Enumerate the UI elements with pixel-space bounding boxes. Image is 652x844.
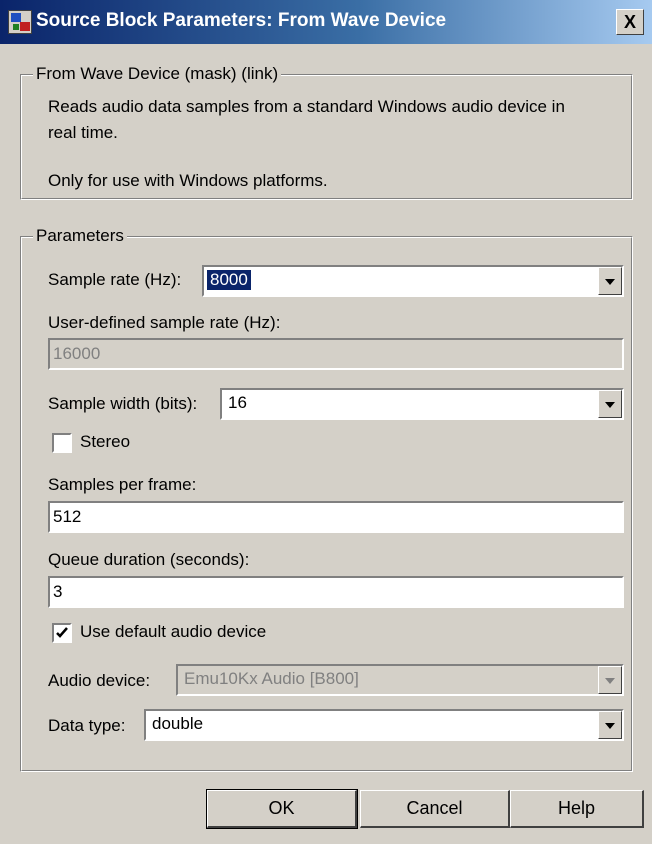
sample-rate-dropdown-button[interactable]: [598, 267, 622, 295]
sample-rate-dropdown[interactable]: 8000: [202, 265, 624, 297]
audio-device-dropdown: Emu10Kx Audio [B800]: [176, 664, 624, 696]
user-rate-value: 16000: [53, 344, 101, 363]
close-icon: X: [623, 12, 636, 32]
sample-width-dropdown[interactable]: 16: [220, 388, 624, 420]
samples-per-frame-label: Samples per frame:: [48, 475, 197, 494]
description-line-1: Reads audio data samples from a standard…: [48, 97, 565, 116]
close-button[interactable]: X: [616, 9, 644, 35]
queue-duration-value: 3: [53, 582, 63, 601]
help-button[interactable]: Help: [510, 790, 644, 828]
sample-rate-label: Sample rate (Hz):: [48, 270, 182, 289]
data-type-value: double: [152, 714, 204, 733]
chevron-down-icon: [605, 402, 615, 408]
description-group: From Wave Device (mask) (link) Reads aud…: [20, 64, 633, 200]
checkmark-icon: [56, 627, 68, 638]
description-line-2: real time.: [48, 123, 118, 142]
dialog-window: Source Block Parameters: From Wave Devic…: [0, 0, 652, 844]
data-type-dropdown-button[interactable]: [598, 711, 622, 739]
chevron-down-icon: [605, 279, 615, 285]
audio-device-dropdown-button: [598, 666, 622, 694]
use-default-device-label[interactable]: Use default audio device: [80, 622, 266, 642]
user-rate-field: 16000: [48, 338, 624, 370]
user-rate-label: User-defined sample rate (Hz):: [48, 313, 281, 332]
sample-rate-value: 8000: [206, 269, 252, 291]
title-bar[interactable]: Source Block Parameters: From Wave Devic…: [0, 0, 652, 44]
cancel-button[interactable]: Cancel: [360, 790, 510, 828]
stereo-label[interactable]: Stereo: [80, 432, 130, 452]
queue-duration-label: Queue duration (seconds):: [48, 550, 250, 569]
simulink-block-icon: [8, 10, 32, 34]
use-default-device-checkbox[interactable]: [52, 623, 72, 643]
description-group-title: From Wave Device (mask) (link): [33, 64, 282, 84]
sample-width-dropdown-button[interactable]: [598, 390, 622, 418]
sample-width-value: 16: [228, 393, 247, 412]
ok-button[interactable]: OK: [206, 789, 358, 829]
audio-device-value: Emu10Kx Audio [B800]: [184, 669, 359, 688]
chevron-down-icon: [605, 723, 615, 729]
data-type-label: Data type:: [48, 716, 126, 735]
samples-per-frame-value: 512: [53, 507, 82, 526]
window-title: Source Block Parameters: From Wave Devic…: [36, 10, 447, 31]
sample-width-label: Sample width (bits):: [48, 394, 198, 413]
chevron-down-icon: [605, 678, 615, 684]
parameters-group-title: Parameters: [33, 226, 127, 246]
stereo-checkbox[interactable]: [52, 433, 72, 453]
samples-per-frame-field[interactable]: 512: [48, 501, 624, 533]
description-line-3: Only for use with Windows platforms.: [48, 171, 328, 190]
queue-duration-field[interactable]: 3: [48, 576, 624, 608]
audio-device-label: Audio device:: [48, 671, 151, 690]
data-type-dropdown[interactable]: double: [144, 709, 624, 741]
